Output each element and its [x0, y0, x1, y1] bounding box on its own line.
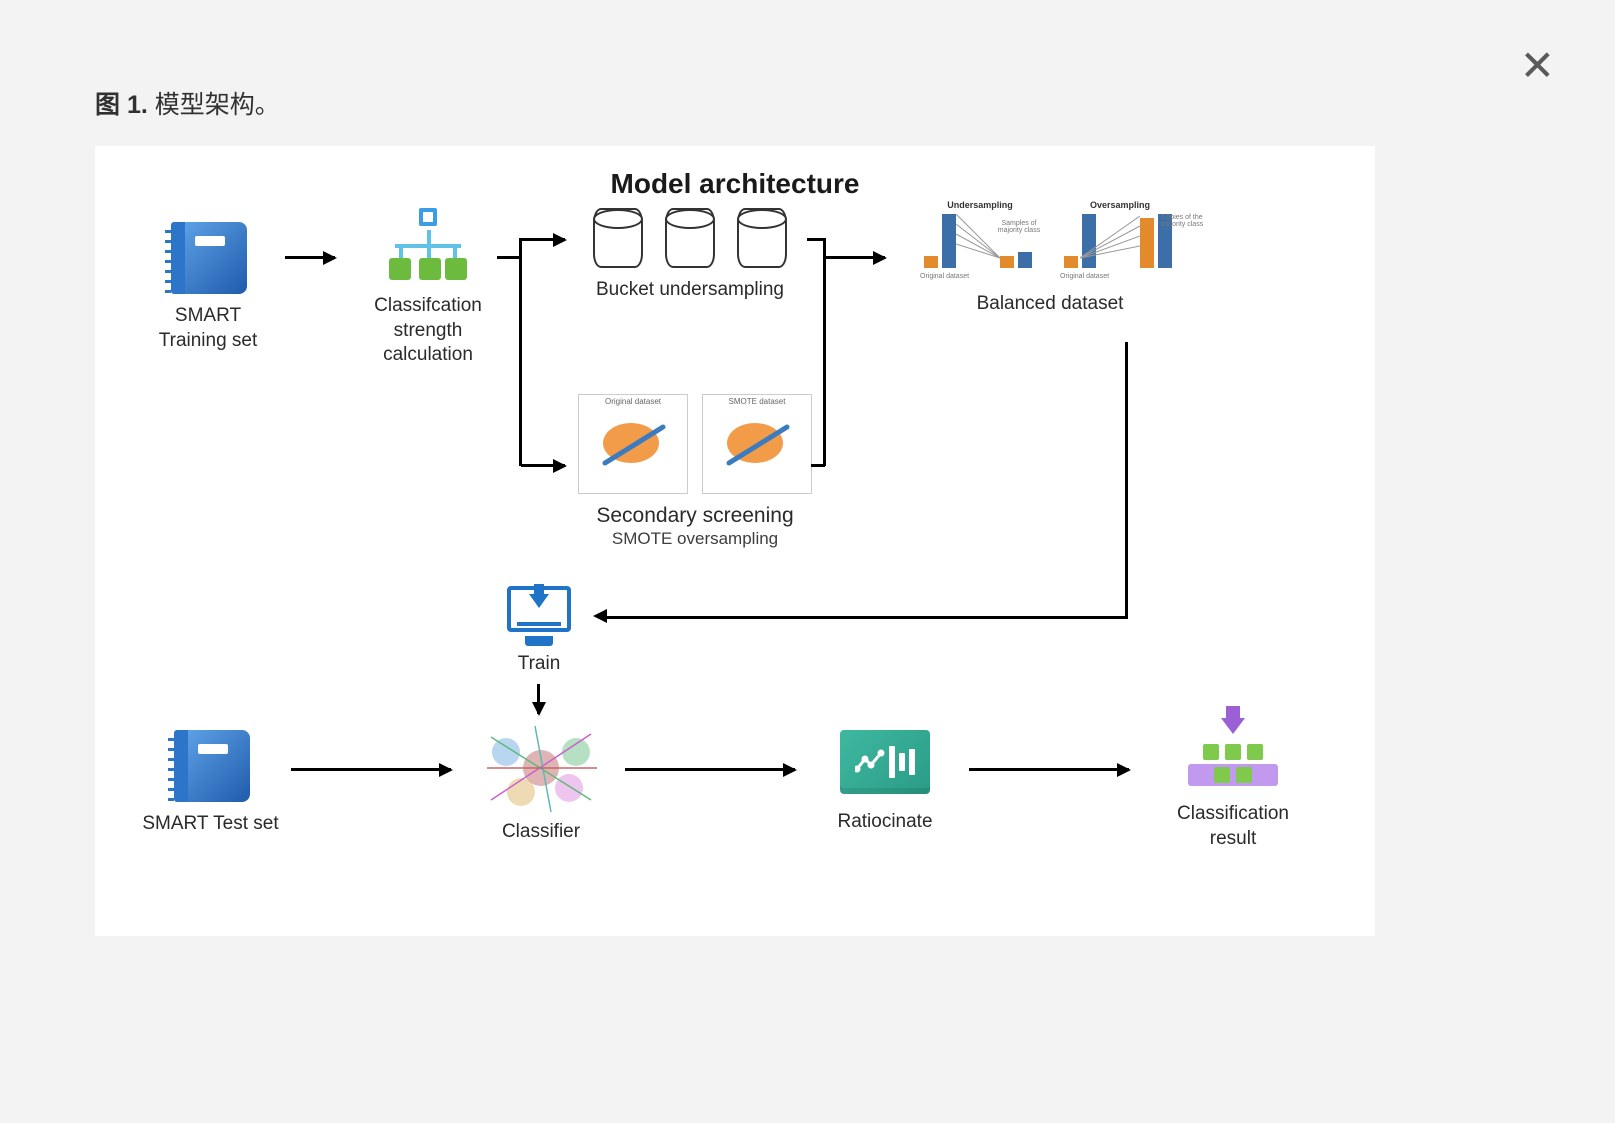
- scatter-thumb-smote: SMOTE dataset: [702, 394, 812, 494]
- arrow-icon: [969, 768, 1129, 771]
- label-result: Classification result: [1153, 802, 1313, 851]
- node-train: Train: [489, 586, 589, 677]
- thumb-label: Original dataset: [920, 273, 969, 280]
- caption-bold: 图 1.: [95, 91, 148, 119]
- arrowhead-icon: [593, 609, 607, 623]
- notebook-icon: [168, 726, 254, 806]
- caption-text: 模型架构。: [148, 91, 280, 119]
- thumb-label: Original dataset: [1060, 273, 1109, 280]
- connector-line: [823, 238, 826, 466]
- connector-line: [807, 238, 825, 241]
- node-test-set: SMART Test set: [133, 726, 288, 837]
- connector-line: [605, 616, 1128, 619]
- node-bucket: Bucket undersampling: [565, 208, 815, 303]
- diagram-title: Model architecture: [95, 146, 1375, 200]
- cylinders-icon: [565, 208, 815, 268]
- diagram-panel: Model architecture SMART Training set Cl…: [95, 146, 1375, 936]
- figure-modal: ✕ 图 1. 模型架构。 Model architecture SMART Tr…: [0, 0, 1615, 1123]
- label-train: Train: [489, 652, 589, 677]
- thumb-label: Copies of the minority class: [1154, 214, 1210, 228]
- result-icon: [1188, 718, 1278, 792]
- node-ratiocinate: Ratiocinate: [815, 730, 955, 835]
- label-secondary: Secondary screening: [565, 502, 825, 529]
- notebook-icon: [165, 218, 251, 298]
- label-ratiocinate: Ratiocinate: [815, 810, 955, 835]
- connector-line: [519, 238, 522, 466]
- arrow-icon: [537, 684, 540, 714]
- balanced-pair: Undersampling Original dataset Samples o…: [895, 200, 1205, 280]
- label-test-set: SMART Test set: [133, 812, 288, 837]
- thumb-label: Samples of majority class: [994, 220, 1044, 234]
- sublabel-secondary: SMOTE oversampling: [565, 529, 825, 549]
- node-balanced: Undersampling Original dataset Samples o…: [895, 200, 1205, 317]
- arrow-icon: [521, 238, 565, 241]
- balanced-undersampling: Undersampling Original dataset Samples o…: [920, 200, 1040, 280]
- download-icon: [507, 586, 571, 646]
- arrow-icon: [285, 256, 335, 259]
- label-bucket: Bucket undersampling: [565, 278, 815, 303]
- connector-line: [811, 464, 825, 467]
- thumb-title: Undersampling: [920, 200, 1040, 210]
- connector-line: [497, 256, 521, 259]
- arrow-icon: [625, 768, 795, 771]
- arrow-icon: [825, 256, 885, 259]
- label-calc: Classifcation strength calculation: [353, 294, 503, 368]
- balanced-oversampling: Oversampling Original dataset Copies of …: [1060, 200, 1180, 280]
- scatter-thumb-original: Original dataset: [578, 394, 688, 494]
- arrow-icon: [291, 768, 451, 771]
- label-balanced: Balanced dataset: [895, 292, 1205, 317]
- label-classifier: Classifier: [471, 820, 611, 845]
- scatter-pair: Original dataset SMOTE dataset: [565, 394, 825, 494]
- node-calc: Classifcation strength calculation: [353, 208, 503, 368]
- scatter-title: Original dataset: [579, 395, 687, 406]
- analytics-icon: [840, 730, 930, 794]
- node-secondary: Original dataset SMOTE dataset Secondary…: [565, 394, 825, 549]
- hierarchy-icon: [383, 208, 473, 288]
- arrow-icon: [521, 464, 565, 467]
- label-training-set: SMART Training set: [133, 304, 283, 353]
- close-icon[interactable]: ✕: [1520, 45, 1555, 87]
- node-classifier: Classifier: [471, 722, 611, 845]
- connector-line: [1125, 342, 1128, 617]
- scatter-title: SMOTE dataset: [703, 395, 811, 406]
- classifier-thumb-icon: [481, 722, 601, 814]
- figure-caption: 图 1. 模型架构。: [95, 85, 1555, 121]
- node-training-set: SMART Training set: [133, 218, 283, 353]
- thumb-title: Oversampling: [1060, 200, 1180, 210]
- node-result: Classification result: [1153, 718, 1313, 851]
